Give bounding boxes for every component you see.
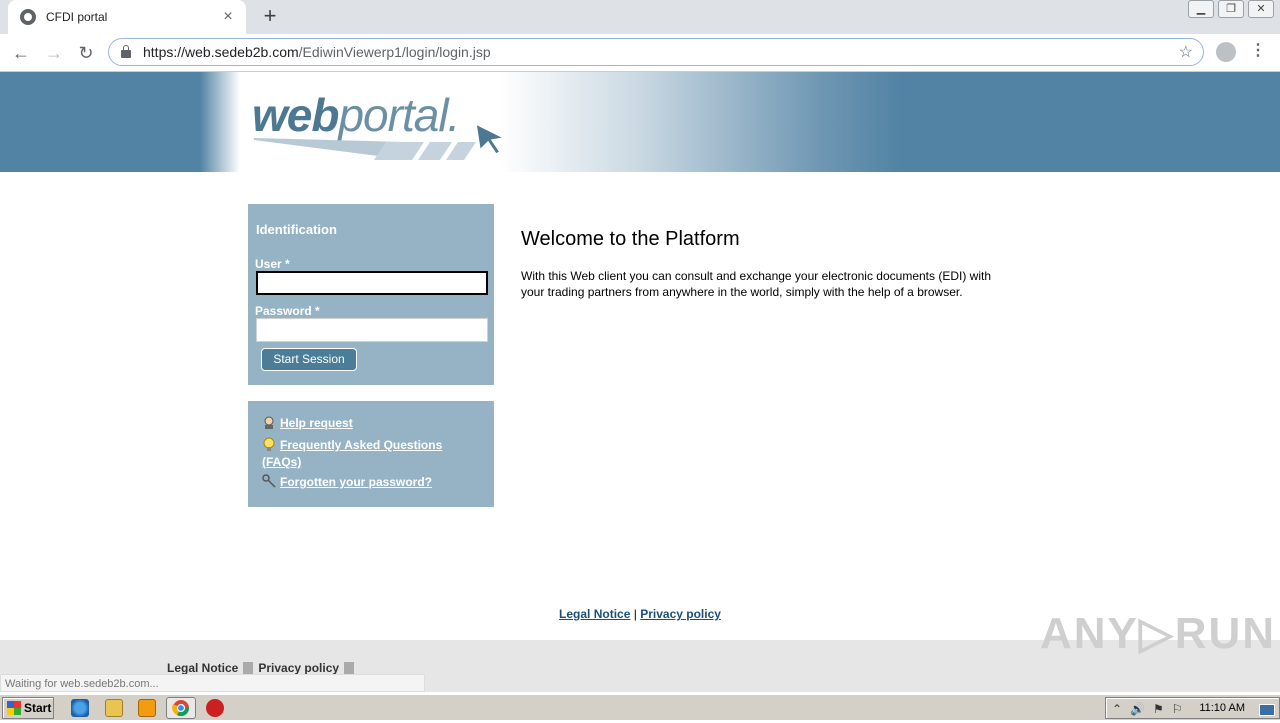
logo-web: web — [252, 89, 339, 141]
cursor-arrow-icon — [475, 122, 507, 155]
footer-separator: | — [633, 607, 637, 621]
lock-icon — [121, 45, 131, 58]
system-tray: ⌃🔊⚑⚐ 11:10 AM — [1105, 697, 1280, 719]
user-label: User * — [255, 257, 290, 271]
window-controls: ▁ ❐ ✕ — [1188, 0, 1274, 18]
tab-close-icon[interactable]: × — [220, 8, 236, 26]
bottom-separator — [243, 662, 254, 674]
logo-portal: portal. — [338, 89, 460, 141]
start-session-button[interactable]: Start Session — [261, 348, 357, 371]
internet-explorer-icon[interactable] — [71, 699, 89, 717]
url-path: /EdiwinViewerp1/login/login.jsp — [298, 44, 491, 60]
close-window-icon[interactable]: ✕ — [1248, 0, 1274, 18]
show-desktop-icon[interactable] — [1259, 704, 1275, 716]
tray-icons: ⌃🔊⚑⚐ — [1112, 702, 1191, 716]
logo-swoosh-icon — [254, 138, 476, 160]
browser-menu-icon[interactable]: ⋮ — [1250, 40, 1266, 60]
faq-label: Frequently Asked Questions (FAQs) — [262, 438, 443, 469]
welcome-text: With this Web client you can consult and… — [521, 269, 992, 299]
windows-logo-icon — [7, 701, 21, 715]
browser-toolbar: ← → ↻ https://web.sedeb2b.com/EdiwinView… — [0, 34, 1280, 72]
forgot-password-link[interactable]: Forgotten your password? — [262, 474, 432, 491]
support-agent-icon — [262, 415, 276, 429]
start-label: Start — [24, 701, 52, 715]
bottom-links: Legal Notice Privacy policy — [162, 661, 355, 675]
new-tab-button[interactable]: + — [258, 5, 282, 29]
webportal-logo: webportal. — [252, 88, 460, 142]
profile-avatar-icon[interactable] — [1216, 42, 1236, 62]
restore-icon[interactable]: ❐ — [1218, 0, 1244, 18]
bottom-separator — [344, 662, 355, 674]
globe-icon — [20, 9, 36, 25]
minimize-icon[interactable]: ▁ — [1188, 0, 1214, 18]
reload-icon[interactable]: ↻ — [74, 41, 98, 65]
start-button[interactable]: Start — [2, 697, 54, 719]
browser-status-bar: Waiting for web.sedeb2b.com... — [0, 674, 425, 692]
bottom-legal-link[interactable]: Legal Notice — [162, 661, 243, 675]
tab-title: CFDI portal — [46, 10, 108, 24]
user-input[interactable] — [256, 271, 488, 295]
url-text: https://web.sedeb2b.com/EdiwinViewerp1/l… — [143, 44, 491, 60]
help-links-panel: Help request Frequently Asked Questions … — [248, 401, 494, 507]
keys-icon — [262, 474, 276, 488]
windows-taskbar: Start ⌃🔊⚑⚐ 11:10 AM — [0, 694, 1280, 720]
address-bar[interactable]: https://web.sedeb2b.com/EdiwinViewerp1/l… — [108, 38, 1204, 66]
login-panel: Identification User * Password * Start S… — [248, 204, 494, 385]
browser-tab[interactable]: CFDI portal × — [8, 0, 246, 34]
chrome-icon — [172, 700, 190, 717]
forgot-password-label: Forgotten your password? — [280, 475, 433, 489]
media-player-icon[interactable] — [138, 699, 156, 717]
faq-link[interactable]: Frequently Asked Questions (FAQs) — [262, 437, 462, 471]
clock: 11:10 AM — [1199, 702, 1245, 714]
forward-arrow-icon[interactable]: → — [42, 41, 66, 65]
bookmark-star-icon[interactable]: ☆ — [1179, 42, 1193, 62]
privacy-policy-link[interactable]: Privacy policy — [640, 607, 721, 621]
url-host: https://web.sedeb2b.com — [143, 44, 299, 60]
help-request-link[interactable]: Help request — [262, 415, 353, 432]
welcome-title: Welcome to the Platform — [521, 228, 740, 250]
browser-tab-bar: CFDI portal × + ▁ ❐ ✕ — [0, 0, 1280, 34]
header-banner — [0, 72, 1280, 172]
help-request-label: Help request — [280, 416, 353, 430]
lightbulb-icon — [262, 437, 276, 451]
chrome-taskbar-button[interactable] — [166, 697, 196, 719]
password-input[interactable] — [256, 318, 488, 342]
password-label: Password * — [255, 304, 320, 318]
bottom-privacy-link[interactable]: Privacy policy — [253, 661, 344, 675]
login-heading: Identification — [256, 222, 337, 237]
legal-notice-link[interactable]: Legal Notice — [559, 607, 630, 621]
back-arrow-icon[interactable]: ← — [9, 41, 33, 65]
stop-icon[interactable] — [206, 699, 224, 717]
file-explorer-icon[interactable] — [105, 699, 123, 717]
anyrun-watermark: ANY▷RUN — [1040, 609, 1277, 658]
